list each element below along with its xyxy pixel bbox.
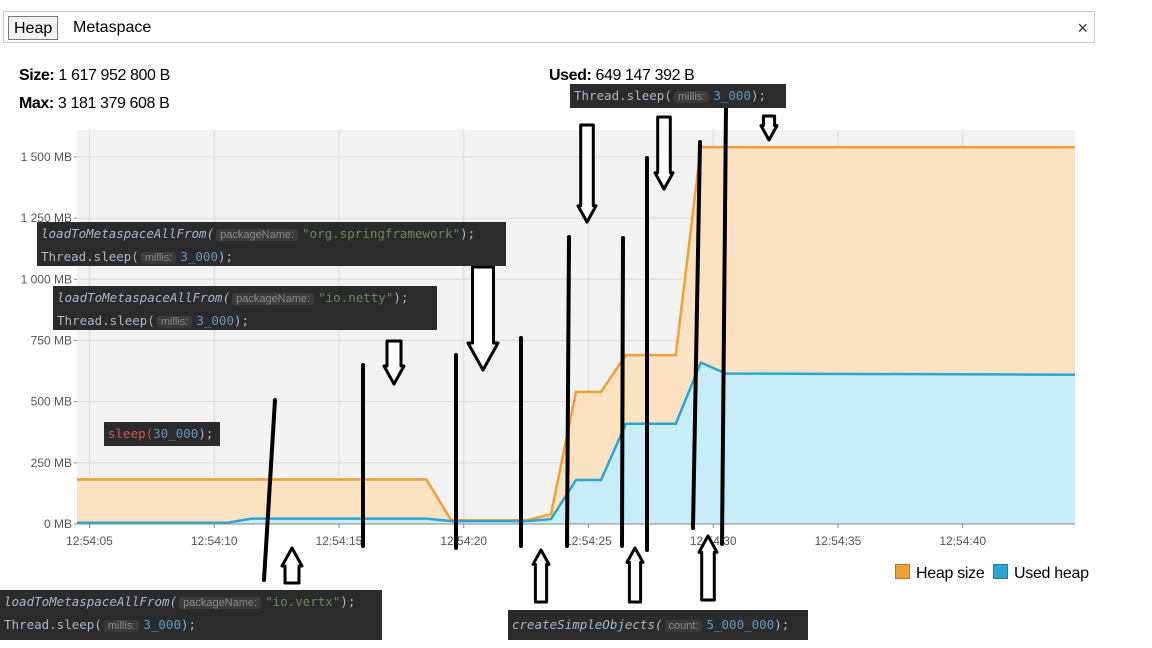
y-tick-label: 0 MB <box>44 517 72 531</box>
legend-heap-swatch <box>895 564 910 579</box>
y-tick-label: 750 MB <box>31 333 72 347</box>
annotation-sleep: sleep(30_000); <box>104 422 220 446</box>
x-tick-label: 12:54:25 <box>565 534 612 548</box>
up-arrow-icon <box>697 534 719 602</box>
legend-heap-label: Heap size <box>916 565 985 582</box>
y-tick-label: 500 MB <box>31 395 72 409</box>
legend-used-swatch <box>993 564 1008 579</box>
up-arrow-icon <box>280 546 304 585</box>
marker-line <box>620 236 625 548</box>
legend-used-label: Used heap <box>1014 565 1089 582</box>
y-tick-label: 1 000 MB <box>21 272 72 286</box>
x-tick-label: 12:54:15 <box>316 534 363 548</box>
x-tick-label: 12:54:35 <box>815 534 862 548</box>
x-tick-label: 12:54:10 <box>191 534 238 548</box>
up-arrow-icon <box>625 546 645 604</box>
annotation-top-sleep: Thread.sleep(millis: 3_000); <box>570 84 786 108</box>
x-tick-label: 12:54:20 <box>440 534 487 548</box>
x-tick-label: 12:54:40 <box>939 534 986 548</box>
y-tick-label: 1 500 MB <box>21 150 72 164</box>
legend-used-heap[interactable]: Used heap <box>993 564 1089 583</box>
marker-line <box>565 235 571 548</box>
x-tick-label: 12:54:05 <box>66 534 113 548</box>
legend-heap-size[interactable]: Heap size <box>895 564 985 583</box>
down-arrow-icon <box>576 123 598 224</box>
annotation-vertx: loadToMetaspaceAllFrom(packageName: "io.v… <box>0 590 382 640</box>
annotation-netty: loadToMetaspaceAllFrom(packageName: "io.n… <box>53 286 437 330</box>
up-arrow-icon <box>531 548 551 604</box>
annotation-spring: loadToMetaspaceAllFrom(packageName: "org.… <box>37 222 506 266</box>
y-tick-label: 250 MB <box>31 456 72 470</box>
down-arrow-icon <box>653 115 675 191</box>
annotation-create-objects: createSimpleObjects(count: 5_000_000); <box>508 610 808 640</box>
